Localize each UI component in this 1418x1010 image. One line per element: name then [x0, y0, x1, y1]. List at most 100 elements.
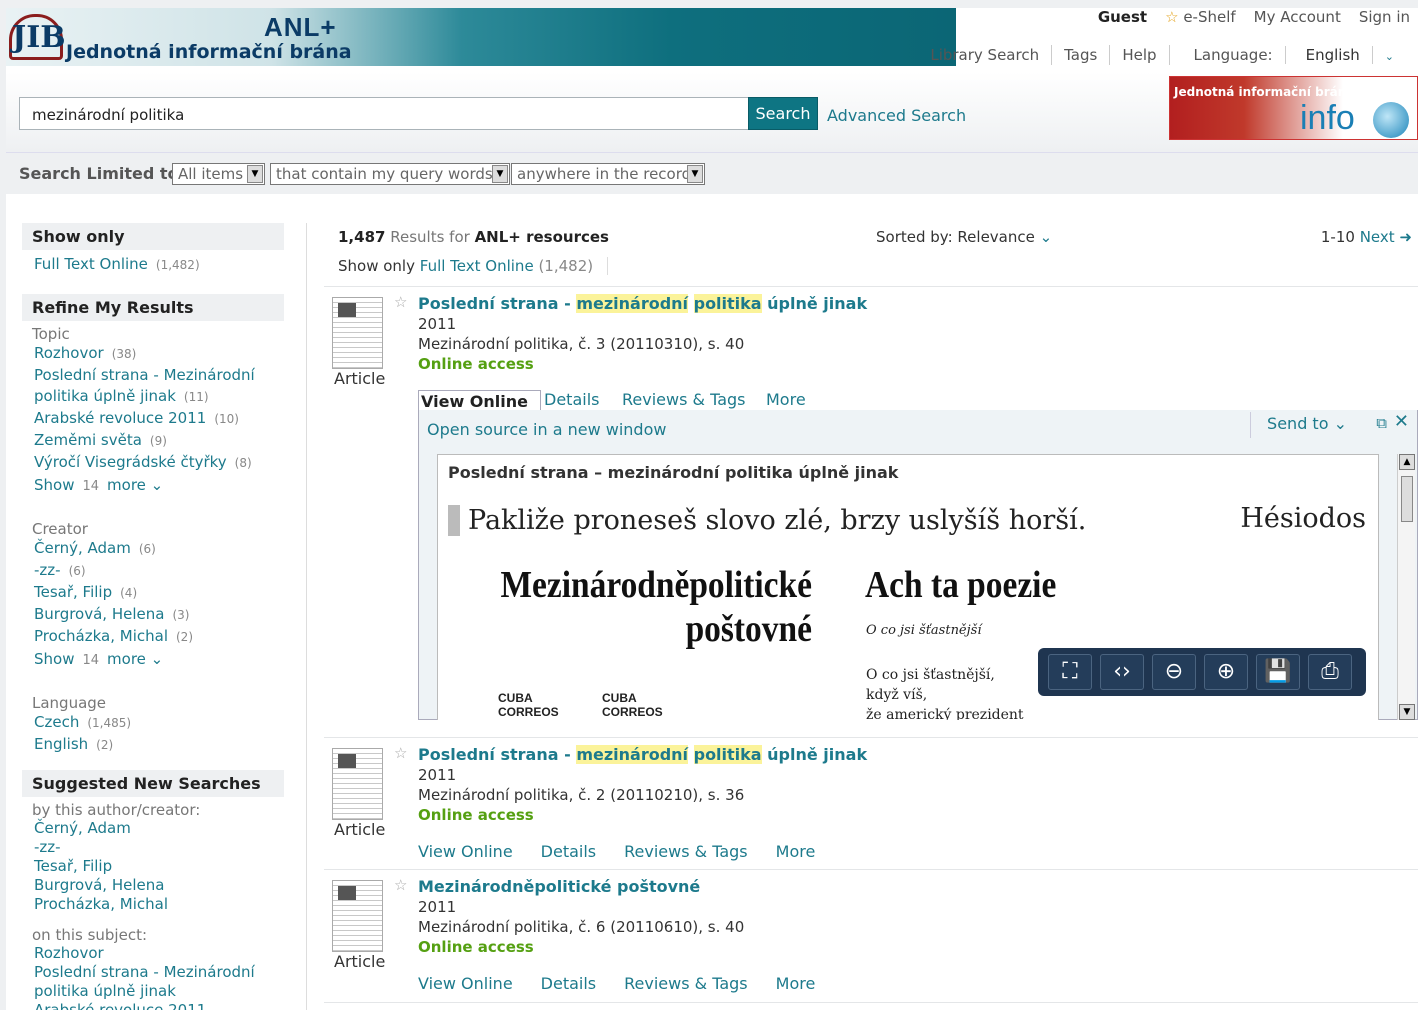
- facet-topic-item[interactable]: Výročí Visegrádské čtyřky (8): [22, 452, 284, 474]
- tab-reviews-tags[interactable]: Reviews & Tags: [624, 974, 748, 993]
- facet-language-item[interactable]: English (2): [22, 734, 284, 756]
- arrow-right-icon[interactable]: ➜: [1399, 228, 1412, 246]
- online-access-link[interactable]: Online access: [418, 806, 534, 824]
- facet-creator-item[interactable]: Procházka, Michal (2): [22, 626, 284, 648]
- send-to-menu[interactable]: Send to ⌄: [1250, 412, 1357, 438]
- viewer-scrollbar[interactable]: ▲ ▼: [1397, 454, 1415, 720]
- suggested-author[interactable]: -zz-: [22, 838, 284, 857]
- eshelf-link[interactable]: ☆ e-Shelf: [1165, 8, 1236, 26]
- creator-show-more[interactable]: Show 14 more ⌄: [22, 648, 284, 672]
- facet-creator-item[interactable]: -zz- (6): [22, 560, 284, 582]
- tab-more[interactable]: More: [766, 390, 806, 409]
- tab-details[interactable]: Details: [541, 842, 596, 861]
- online-access-link[interactable]: Online access: [418, 938, 534, 956]
- scroll-thumb[interactable]: [1401, 476, 1413, 522]
- open-source-link[interactable]: Open source in a new window: [427, 420, 666, 439]
- next-page-link[interactable]: Next: [1360, 228, 1395, 246]
- star-icon[interactable]: ☆: [394, 876, 407, 894]
- tab-more[interactable]: More: [776, 842, 816, 861]
- match-select[interactable]: that contain my query words ▼: [270, 163, 510, 185]
- suggested-author[interactable]: Tesař, Filip: [22, 857, 284, 876]
- suggested-author[interactable]: Černý, Adam: [22, 819, 284, 838]
- facet-topic-item[interactable]: Arabské revoluce 2011 (10): [22, 408, 284, 430]
- language-select[interactable]: English ⌄: [1286, 46, 1406, 64]
- fit-page-icon[interactable]: ⛶: [1048, 654, 1092, 690]
- header-banner: JIB ANL+ Jednotná informační brána: [6, 8, 956, 66]
- tab-reviews-tags[interactable]: Reviews & Tags: [624, 842, 748, 861]
- facet-topic-item[interactable]: Zeměmi světa (9): [22, 430, 284, 452]
- view-online-panel: Open source in a new window Send to ⌄ ⧉ …: [418, 410, 1418, 720]
- sort-control[interactable]: Sorted by: Relevance ⌄: [876, 228, 1052, 246]
- result-title[interactable]: Poslední strana - mezinárodní politika ú…: [418, 294, 867, 313]
- result-source: Mezinárodní politika, č. 6 (20110610), s…: [418, 918, 745, 936]
- suggested-subject[interactable]: Poslední strana - Mezinárodní politika úp…: [22, 963, 284, 1001]
- tab-details[interactable]: Details: [544, 390, 599, 409]
- tab-view-online[interactable]: View Online: [418, 842, 513, 861]
- facet-topic-item[interactable]: Rozhovor (38): [22, 343, 284, 365]
- show-only-full-text[interactable]: Full Text Online: [420, 257, 534, 275]
- facet-creator-item[interactable]: Burgrová, Helena (3): [22, 604, 284, 626]
- suggested-author[interactable]: Procházka, Michal: [22, 895, 284, 914]
- language-label: Language: English ⌄: [1170, 45, 1418, 65]
- advanced-search-link[interactable]: Advanced Search: [827, 106, 966, 125]
- result-source: Mezinárodní politika, č. 3 (20110310), s…: [418, 335, 745, 353]
- nav-tags[interactable]: Tags: [1052, 45, 1111, 65]
- limits-label: Search Limited to:: [19, 164, 185, 183]
- fit-width-icon[interactable]: ‹›: [1100, 654, 1144, 690]
- scope-select[interactable]: All items ▼: [172, 163, 265, 185]
- zoom-in-icon[interactable]: ⊕: [1204, 654, 1248, 690]
- chevron-down-icon: ⌄: [150, 650, 164, 668]
- result-title[interactable]: Mezinárodněpolitické poštovné: [418, 877, 700, 896]
- star-icon[interactable]: ☆: [394, 744, 407, 762]
- result-title[interactable]: Poslední strana - mezinárodní politika ú…: [418, 745, 867, 764]
- tab-more[interactable]: More: [776, 974, 816, 993]
- result-type: Article: [334, 820, 386, 839]
- result-thumbnail[interactable]: [332, 297, 383, 369]
- close-icon[interactable]: ✕: [1394, 411, 1409, 432]
- chevron-down-icon: ⌄: [1384, 50, 1394, 63]
- popout-icon[interactable]: ⧉: [1376, 414, 1387, 432]
- headline-left: Mezinárodněpolitické poštovné: [500, 564, 812, 650]
- field-select[interactable]: anywhere in the record ▼: [511, 163, 705, 185]
- sign-in-link[interactable]: Sign in: [1359, 8, 1410, 26]
- star-icon: ☆: [1165, 8, 1179, 26]
- suggested-subject[interactable]: Arabské revoluce 2011: [22, 1001, 284, 1010]
- nav-help[interactable]: Help: [1110, 45, 1170, 65]
- result-tabs: View Online Details Reviews & Tags More: [418, 842, 843, 861]
- facet-topic-item[interactable]: Poslední strana - Mezinárodní politika úp…: [22, 365, 284, 408]
- tab-reviews-tags[interactable]: Reviews & Tags: [622, 390, 746, 409]
- scroll-up-icon[interactable]: ▲: [1399, 454, 1415, 470]
- headline-right: Ach ta poezie: [865, 564, 1057, 606]
- facet-language-item[interactable]: Czech (1,485): [22, 712, 284, 734]
- result-thumbnail[interactable]: [332, 748, 383, 820]
- facet-full-text-online[interactable]: Full Text Online (1,482): [22, 254, 284, 276]
- result-thumbnail[interactable]: [332, 880, 383, 952]
- result-type: Article: [334, 952, 386, 971]
- online-access-link[interactable]: Online access: [418, 355, 534, 373]
- nav-library-search[interactable]: Library Search: [918, 45, 1053, 65]
- suggested-author[interactable]: Burgrová, Helena: [22, 876, 284, 895]
- search-button[interactable]: Search: [748, 97, 818, 130]
- scroll-down-icon[interactable]: ▼: [1399, 704, 1415, 720]
- facet-creator-item[interactable]: Tesař, Filip (4): [22, 582, 284, 604]
- result-item: Article ☆ Poslední strana - mezinárodní …: [324, 737, 1418, 869]
- document-viewer[interactable]: Poslední strana – mezinárodní politika ú…: [437, 454, 1379, 720]
- info-banner[interactable]: Jednotná informační brána info: [1169, 76, 1418, 140]
- star-icon[interactable]: ☆: [394, 293, 407, 311]
- jib-logo[interactable]: JIB: [9, 14, 66, 60]
- show-only-heading: Show only: [22, 223, 284, 250]
- tab-view-online[interactable]: View Online: [418, 390, 541, 412]
- tab-details[interactable]: Details: [541, 974, 596, 993]
- pager: 1-10 Next ➜: [1320, 228, 1412, 246]
- tab-view-online[interactable]: View Online: [418, 974, 513, 993]
- facet-creator-item[interactable]: Černý, Adam (6): [22, 538, 284, 560]
- my-account-link[interactable]: My Account: [1254, 8, 1341, 26]
- zoom-out-icon[interactable]: ⊖: [1152, 654, 1196, 690]
- info-banner-word: info: [1300, 99, 1355, 137]
- main-nav: Library Search Tags Help Language: Englis…: [918, 45, 1418, 65]
- topic-show-more[interactable]: Show 14 more ⌄: [22, 474, 284, 498]
- print-icon[interactable]: ⎙: [1308, 654, 1352, 690]
- search-input[interactable]: mezinárodní politika: [19, 97, 749, 130]
- suggested-subject[interactable]: Rozhovor: [22, 944, 284, 963]
- save-icon[interactable]: 💾: [1256, 654, 1300, 690]
